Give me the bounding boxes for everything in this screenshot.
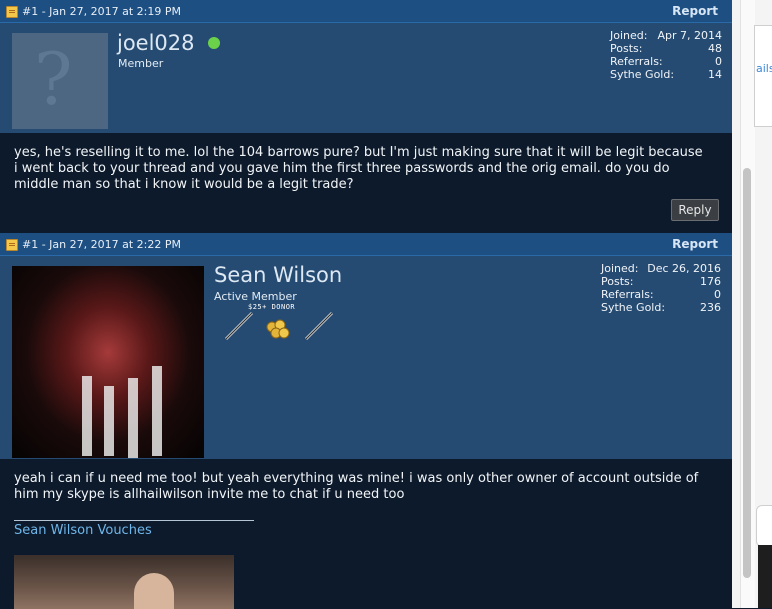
post-message: yeah i can if u need me too! but yeah ev… [14, 471, 698, 503]
post-date-link[interactable]: #1 - Jan 27, 2017 at 2:19 PM [22, 5, 181, 18]
stat-label: Referrals: [610, 55, 663, 68]
stat-label: Sythe Gold: [601, 301, 666, 314]
report-link[interactable]: Report [672, 237, 718, 251]
username-link[interactable]: joel028 [117, 31, 195, 55]
report-link[interactable]: Report [672, 4, 718, 18]
post-icon [6, 6, 18, 18]
stat-value: 48 [708, 42, 722, 55]
post-header-overlay: #1 - Jan 27, 2017 at 2:22 PM Report [0, 233, 732, 256]
user-title: Active Member [214, 290, 297, 303]
stat-label: Posts: [601, 275, 634, 288]
user-title: Member [118, 57, 164, 70]
message-line: middle man so that i know it would be a … [14, 177, 354, 192]
user-info-bar: ? joel028 Member Joined: Apr 7, 2014 Post… [0, 23, 732, 133]
post-icon [6, 239, 18, 251]
username-link[interactable]: Sean Wilson [214, 263, 342, 287]
right-side-panel: ails [732, 0, 772, 608]
message-line: i went back to your thread and you gave … [14, 161, 670, 176]
stat-value: 0 [715, 55, 722, 68]
user-stats: Joined: Apr 7, 2014 Posts: 48 Referrals: 0 … [610, 29, 722, 81]
user-avatar[interactable] [12, 266, 204, 458]
cut-off-control[interactable] [756, 505, 772, 547]
stat-label: Joined: [610, 29, 648, 42]
signature-link[interactable]: Sean Wilson Vouches [14, 523, 152, 538]
default-avatar[interactable]: ? [12, 33, 108, 129]
stat-value: Dec 26, 2016 [647, 262, 721, 275]
stat-value: 176 [700, 275, 721, 288]
online-status-icon [208, 37, 220, 49]
post-date-link[interactable]: #1 - Jan 27, 2017 at 2:22 PM [22, 238, 181, 251]
post-header: #1 - Jan 27, 2017 at 2:19 PM Report [0, 0, 732, 23]
cut-off-text[interactable]: ails [756, 62, 772, 75]
dark-edge [758, 545, 772, 608]
forum-thread: #1 - Jan 27, 2017 at 2:19 PM Report ? jo… [0, 0, 732, 609]
sword-coin-icon [224, 311, 334, 341]
reply-button[interactable]: Reply [671, 199, 719, 221]
message-line: yeah i can if u need me too! but yeah ev… [14, 471, 699, 486]
donor-badge: $25+ DONOR [222, 303, 338, 343]
stat-label: Sythe Gold: [610, 68, 675, 81]
scrollbar-thumb[interactable] [743, 168, 751, 578]
stat-label: Referrals: [601, 288, 654, 301]
stat-value: 0 [714, 288, 721, 301]
post-body: yeah i can if u need me too! but yeah ev… [0, 459, 732, 609]
signature-image [14, 555, 234, 609]
stat-value: 14 [708, 68, 722, 81]
message-line: him my skype is allhailwilson invite me … [14, 487, 405, 502]
user-info-bar: Sean Wilson Active Member Joined: Dec 26,… [0, 233, 732, 459]
post-body: yes, he's reselling it to me. lol the 10… [0, 133, 732, 233]
stat-value: Apr 7, 2014 [657, 29, 722, 42]
stat-label: Joined: [601, 262, 639, 275]
post-message: yes, he's reselling it to me. lol the 10… [14, 145, 703, 193]
stat-label: Posts: [610, 42, 643, 55]
message-line: yes, he's reselling it to me. lol the 10… [14, 145, 703, 160]
signature-divider [14, 520, 254, 521]
user-stats: Joined: Dec 26, 2016 Posts: 176 Referrals:… [601, 262, 721, 314]
question-mark-icon: ? [34, 37, 73, 121]
stat-value: 236 [700, 301, 721, 314]
cut-off-panel: ails [754, 25, 772, 127]
